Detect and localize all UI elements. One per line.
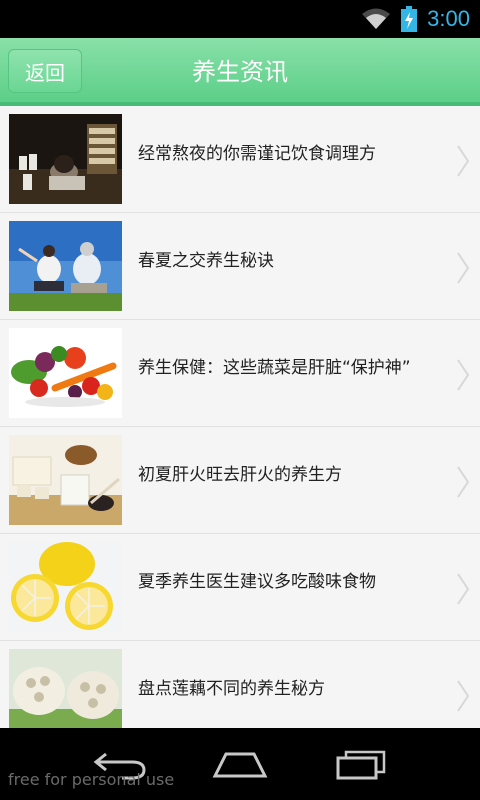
article-list: 经常熬夜的你需谨记饮食调理方 春夏之交养生秘诀 养生保健：这些蔬菜是肝脏“保护神… (0, 106, 480, 728)
article-title: 夏季养生医生建议多吃酸味食物 (138, 572, 376, 592)
chevron-right-icon (457, 680, 470, 712)
article-thumbnail (9, 328, 122, 418)
nav-recent-apps-button[interactable] (332, 746, 392, 782)
watermark-text: free for personal use (8, 770, 175, 789)
article-title: 养生保健：这些蔬菜是肝脏“保护神” (138, 358, 411, 378)
list-item[interactable]: 夏季养生医生建议多吃酸味食物 (0, 534, 480, 641)
chevron-right-icon (457, 359, 470, 391)
article-title: 初夏肝火旺去肝火的养生方 (138, 465, 342, 485)
nav-home-button[interactable] (210, 746, 270, 782)
list-item[interactable]: 春夏之交养生秘诀 (0, 213, 480, 320)
battery-charging-icon (401, 6, 418, 32)
article-thumbnail (9, 114, 122, 204)
status-bar: 3:00 (0, 0, 480, 38)
list-item[interactable]: 养生保健：这些蔬菜是肝脏“保护神” (0, 320, 480, 427)
article-thumbnail (9, 542, 122, 632)
home-icon (212, 752, 268, 778)
app-header: 返回 养生资讯 (0, 38, 480, 106)
system-nav-bar (0, 728, 480, 800)
article-thumbnail (9, 649, 122, 728)
clock: 3:00 (427, 6, 470, 31)
list-item[interactable]: 初夏肝火旺去肝火的养生方 (0, 427, 480, 534)
article-title: 盘点莲藕不同的养生秘方 (138, 679, 325, 699)
wifi-icon (362, 8, 391, 29)
status-icons: 3:00 (361, 4, 470, 34)
list-item[interactable]: 经常熬夜的你需谨记饮食调理方 (0, 106, 480, 213)
article-title: 经常熬夜的你需谨记饮食调理方 (138, 144, 376, 164)
chevron-right-icon (457, 252, 470, 284)
chevron-right-icon (457, 466, 470, 498)
article-thumbnail (9, 435, 122, 525)
article-title: 春夏之交养生秘诀 (138, 251, 274, 271)
article-thumbnail (9, 221, 122, 311)
back-button[interactable]: 返回 (8, 49, 82, 93)
chevron-right-icon (457, 145, 470, 177)
list-item[interactable]: 盘点莲藕不同的养生秘方 (0, 641, 480, 728)
recent-apps-icon (336, 750, 386, 780)
chevron-right-icon (457, 573, 470, 605)
